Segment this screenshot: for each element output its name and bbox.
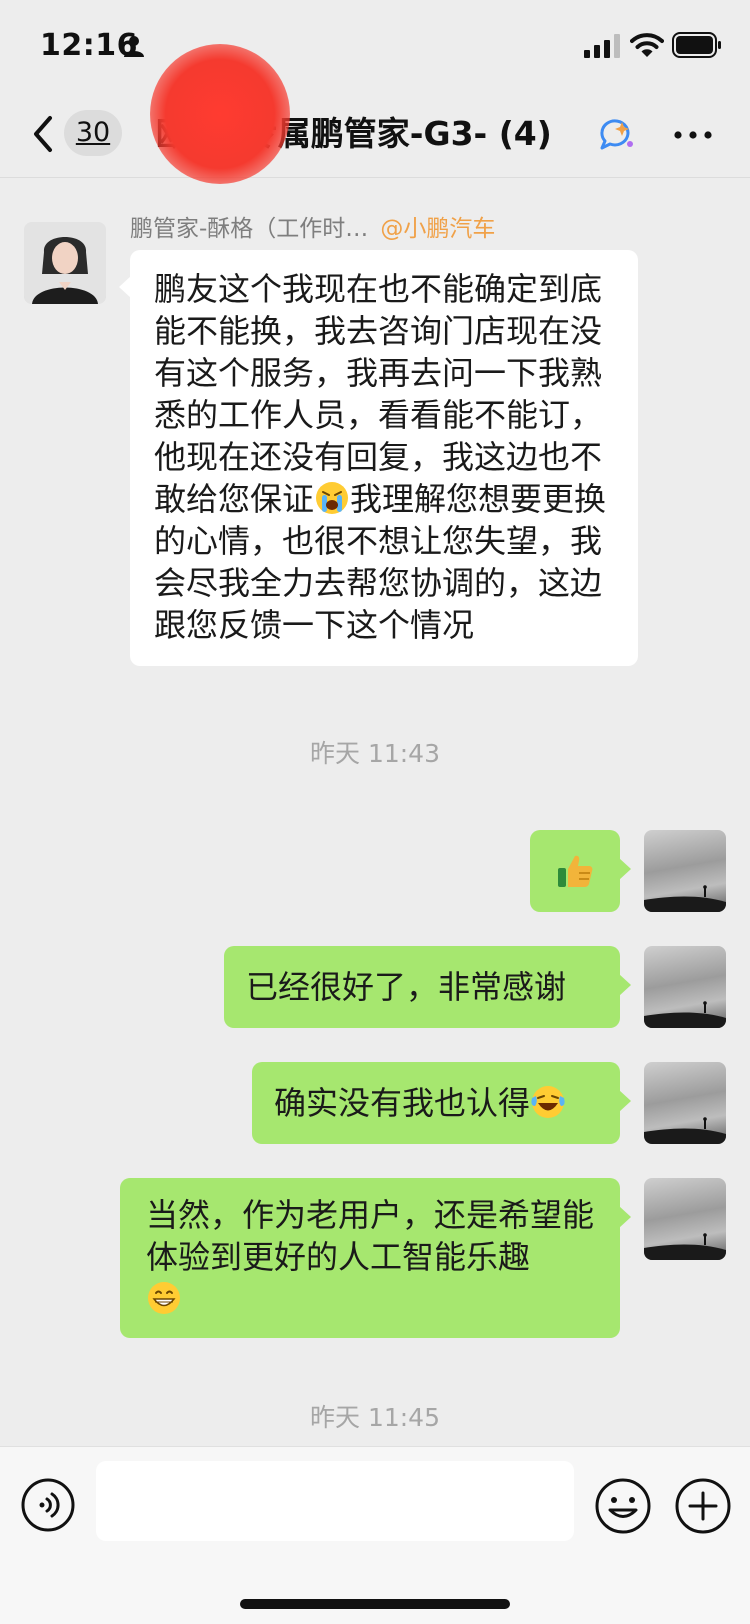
outgoing-message[interactable]: 当然，作为老用户，还是希望能体验到更好的人工智能乐趣: [120, 1178, 631, 1338]
my-avatar[interactable]: [644, 946, 726, 1028]
message-input[interactable]: [96, 1461, 574, 1541]
my-avatar[interactable]: [644, 1062, 726, 1144]
chat-ai-icon[interactable]: [596, 114, 636, 154]
laughing-crying-face-icon: [531, 1086, 565, 1118]
more-icon[interactable]: [672, 118, 714, 152]
back-icon[interactable]: [28, 112, 58, 156]
unread-count-badge[interactable]: 30: [64, 110, 122, 156]
outgoing-message[interactable]: 确实没有我也认得: [252, 1062, 631, 1144]
my-avatar[interactable]: [644, 1178, 726, 1260]
chat-header: 30 欧l 的专属鹏管家-G3- (4): [0, 92, 750, 178]
battery-icon: [672, 32, 721, 58]
chat-screen: 12:16 30 欧l 的专属鹏管家-G3- (4) 鹏管家-酥格（工作时… @…: [0, 0, 750, 1624]
outgoing-message[interactable]: [530, 830, 631, 912]
voice-icon[interactable]: [20, 1477, 76, 1533]
crying-face-icon: [316, 482, 349, 514]
grinning-face-icon: [148, 1282, 180, 1314]
signal-icon: [584, 34, 620, 58]
my-avatar[interactable]: [644, 830, 726, 912]
home-indicator: [240, 1599, 510, 1609]
sender-line: 鹏管家-酥格（工作时… @小鹏汽车: [130, 214, 495, 244]
outgoing-message[interactable]: 已经很好了，非常感谢: [224, 946, 631, 1028]
sender-tag[interactable]: @小鹏汽车: [380, 216, 495, 242]
message-text: 当然，作为老用户，还是希望能体验到更好的人工智能乐趣: [146, 1196, 595, 1276]
emoji-icon[interactable]: [594, 1477, 652, 1535]
incoming-message[interactable]: 鹏友这个我现在也不能确定到底能不能换，我去咨询门店现在没有这个服务，我再去问一下…: [119, 250, 638, 666]
plus-icon[interactable]: [674, 1477, 732, 1535]
timestamp: 昨天 11:45: [310, 1403, 440, 1432]
wifi-icon: [630, 33, 664, 57]
agent-avatar[interactable]: [24, 222, 106, 304]
sender-name: 鹏管家-酥格（工作时…: [130, 216, 369, 242]
timestamp: 昨天 11:43: [310, 739, 440, 768]
input-bar: [0, 1446, 750, 1624]
person-icon: [124, 36, 144, 57]
message-text: 确实没有我也认得: [274, 1084, 531, 1122]
status-bar: 12:16: [0, 0, 750, 92]
thumbs-up-icon: [558, 855, 593, 887]
message-text: 已经很好了，非常感谢: [246, 968, 567, 1006]
chat-title[interactable]: 欧l 的专属鹏管家-G3- (4): [156, 112, 552, 156]
